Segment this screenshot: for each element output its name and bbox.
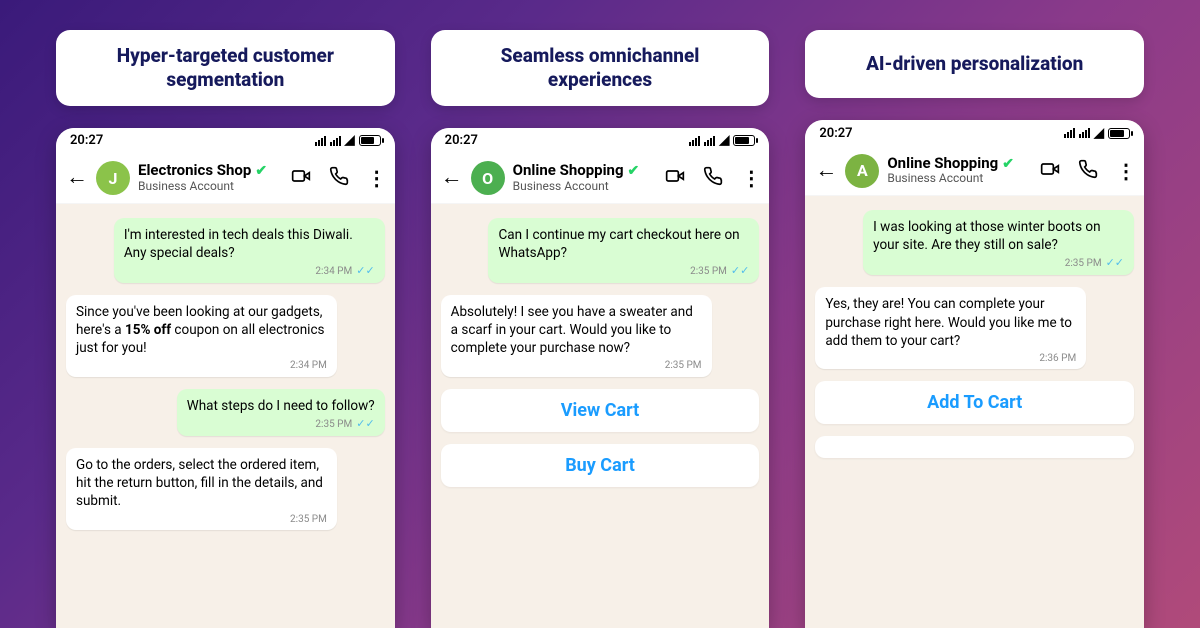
timestamp: 2:35 PM — [315, 419, 352, 430]
signal-icon — [1064, 128, 1075, 138]
timestamp: 2:35 PM — [690, 266, 727, 277]
video-call-icon[interactable] — [1040, 159, 1060, 183]
chat-body: I was looking at those winter boots on y… — [805, 196, 1144, 628]
message-text: Absolutely! I see you have a sweater and… — [451, 304, 693, 356]
message-text: Yes, they are! You can complete your pur… — [825, 296, 1072, 348]
wifi-icon: ◢ — [345, 133, 355, 148]
read-ticks-icon: ✓✓ — [731, 264, 749, 277]
chat-header: ← O Online Shopping✔ Business Account ⋮ — [431, 154, 770, 204]
status-bar: 20:27 ◢ — [805, 120, 1144, 146]
voice-call-icon[interactable] — [1078, 159, 1098, 183]
avatar[interactable]: J — [96, 161, 130, 195]
add-to-cart-button[interactable]: Add To Cart — [815, 381, 1134, 424]
more-menu-icon[interactable]: ⋮ — [367, 166, 385, 190]
battery-icon — [733, 135, 755, 146]
feature-pill: AI-driven personalization — [805, 30, 1144, 98]
chat-body: Can I continue my cart checkout here on … — [431, 204, 770, 628]
status-icons: ◢ — [315, 133, 381, 148]
video-call-icon[interactable] — [291, 166, 311, 190]
message-text: Go to the orders, select the ordered ite… — [76, 457, 323, 509]
chat-subtitle: Business Account — [513, 180, 658, 194]
signal-icon — [315, 136, 326, 146]
signal-icon — [704, 136, 715, 146]
timestamp: 2:35 PM — [76, 513, 327, 527]
phone-mock: 20:27 ◢ ← J Electronics Shop✔ Business A… — [56, 128, 395, 628]
chat-header: ← J Electronics Shop✔ Business Account ⋮ — [56, 154, 395, 204]
chat-subtitle: Business Account — [887, 172, 1032, 186]
message-outgoing[interactable]: Can I continue my cart checkout here on … — [488, 218, 759, 283]
message-incoming[interactable]: Absolutely! I see you have a sweater and… — [441, 295, 712, 377]
timestamp: 2:34 PM — [76, 359, 327, 373]
chat-title-block[interactable]: Online Shopping✔ Business Account — [513, 162, 658, 193]
chat-name: Online Shopping — [887, 155, 998, 172]
layout-columns: Hyper-targeted customer segmentation 20:… — [0, 0, 1200, 628]
chat-title-block[interactable]: Online Shopping✔ Business Account — [887, 155, 1032, 186]
status-bar: 20:27 ◢ — [431, 128, 770, 154]
column-personalization: AI-driven personalization 20:27 ◢ ← A On… — [805, 30, 1144, 628]
signal-icon — [1079, 128, 1090, 138]
message-text: I'm interested in tech deals this Diwali… — [124, 227, 353, 261]
voice-call-icon[interactable] — [329, 166, 349, 190]
chat-title-block[interactable]: Electronics Shop✔ Business Account — [138, 162, 283, 193]
secondary-action-button[interactable] — [815, 436, 1134, 458]
phone-mock: 20:27 ◢ ← A Online Shopping✔ Business Ac… — [805, 120, 1144, 628]
status-bar: 20:27 ◢ — [56, 128, 395, 154]
phone-mock: 20:27 ◢ ← O Online Shopping✔ Business Ac… — [431, 128, 770, 628]
message-incoming[interactable]: Go to the orders, select the ordered ite… — [66, 448, 337, 530]
message-text: What steps do I need to follow? — [187, 398, 375, 414]
signal-icon — [330, 136, 341, 146]
buy-cart-button[interactable]: Buy Cart — [441, 444, 760, 487]
battery-icon — [359, 135, 381, 146]
message-text: Since you've been looking at our gadgets… — [76, 304, 324, 356]
message-text: I was looking at those winter boots on y… — [873, 219, 1100, 253]
clock: 20:27 — [70, 133, 103, 148]
message-outgoing[interactable]: What steps do I need to follow? 2:35 PM ✓… — [177, 389, 385, 436]
timestamp: 2:34 PM — [315, 266, 352, 277]
chat-body: I'm interested in tech deals this Diwali… — [56, 204, 395, 628]
clock: 20:27 — [819, 126, 852, 141]
wifi-icon: ◢ — [719, 133, 729, 148]
more-menu-icon[interactable]: ⋮ — [1116, 159, 1134, 183]
wifi-icon: ◢ — [1094, 126, 1104, 141]
column-omnichannel: Seamless omnichannel experiences 20:27 ◢… — [431, 30, 770, 628]
clock: 20:27 — [445, 133, 478, 148]
message-outgoing[interactable]: I was looking at those winter boots on y… — [863, 210, 1134, 275]
back-button[interactable]: ← — [66, 167, 88, 189]
back-button[interactable]: ← — [815, 160, 837, 182]
message-outgoing[interactable]: I'm interested in tech deals this Diwali… — [114, 218, 385, 283]
battery-icon — [1108, 128, 1130, 139]
feature-pill: Seamless omnichannel experiences — [431, 30, 770, 106]
status-icons: ◢ — [1064, 126, 1130, 141]
avatar[interactable]: O — [471, 161, 505, 195]
feature-pill: Hyper-targeted customer segmentation — [56, 30, 395, 106]
message-incoming[interactable]: Since you've been looking at our gadgets… — [66, 295, 337, 377]
chat-name: Online Shopping — [513, 162, 624, 179]
voice-call-icon[interactable] — [703, 166, 723, 190]
chat-header: ← A Online Shopping✔ Business Account ⋮ — [805, 146, 1144, 196]
timestamp: 2:35 PM — [451, 359, 702, 373]
signal-icon — [689, 136, 700, 146]
timestamp: 2:35 PM — [1065, 258, 1102, 269]
verified-icon: ✔ — [255, 163, 267, 179]
verified-icon: ✔ — [628, 163, 640, 179]
read-ticks-icon: ✓✓ — [1106, 256, 1124, 269]
message-incoming[interactable]: Yes, they are! You can complete your pur… — [815, 287, 1086, 369]
view-cart-button[interactable]: View Cart — [441, 389, 760, 432]
column-segmentation: Hyper-targeted customer segmentation 20:… — [56, 30, 395, 628]
read-ticks-icon: ✓✓ — [356, 264, 374, 277]
back-button[interactable]: ← — [441, 167, 463, 189]
chat-subtitle: Business Account — [138, 180, 283, 194]
avatar[interactable]: A — [845, 154, 879, 188]
read-ticks-icon: ✓✓ — [356, 417, 374, 430]
video-call-icon[interactable] — [665, 166, 685, 190]
status-icons: ◢ — [689, 133, 755, 148]
timestamp: 2:36 PM — [825, 352, 1076, 366]
chat-name: Electronics Shop — [138, 162, 251, 179]
message-text: Can I continue my cart checkout here on … — [498, 227, 739, 261]
verified-icon: ✔ — [1002, 156, 1014, 172]
more-menu-icon[interactable]: ⋮ — [741, 166, 759, 190]
